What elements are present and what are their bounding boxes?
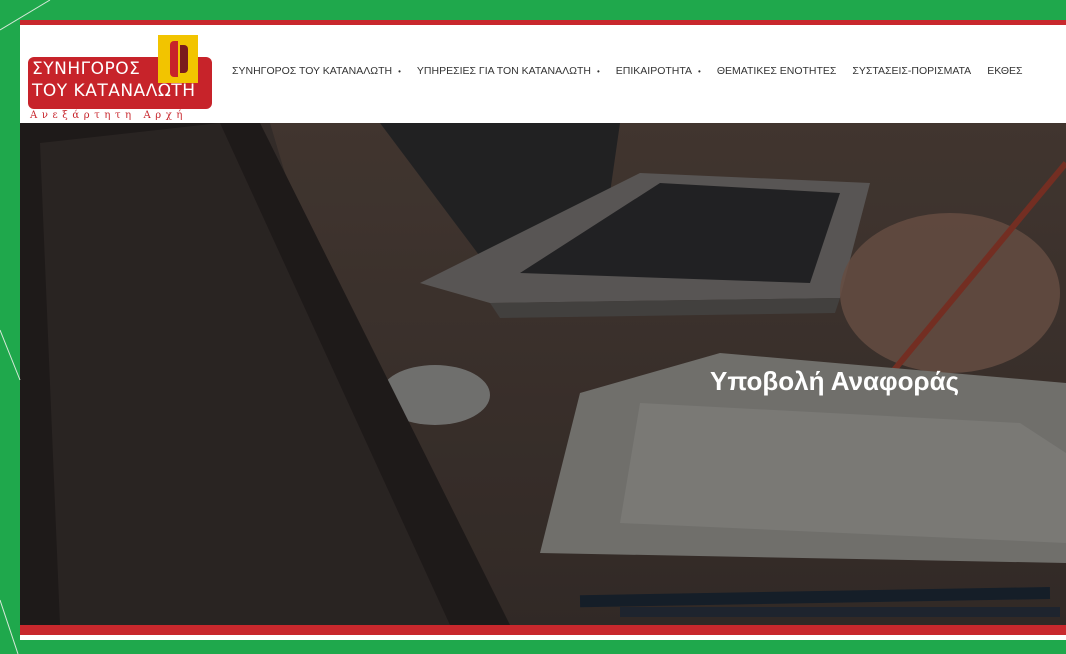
dropdown-caret-icon: • <box>398 66 401 76</box>
nav-item-label: ΥΠΗΡΕΣΙΕΣ ΓΙΑ ΤΟΝ ΚΑΤΑΝΑΛΩΤΗ <box>416 65 591 77</box>
hero-banner: Υποβολή Αναφοράς <box>20 123 1066 625</box>
nav-item-label: ΕΠΙΚΑΙΡΟΤΗΤΑ <box>615 65 693 77</box>
site-header: ΣΥΝΗΓΟΡΟΣ ΤΟΥ ΚΑΤΑΝΑΛΩΤΗ Ανεξάρτητη Αρχή… <box>20 25 1066 123</box>
nav-item-topics[interactable]: ΘΕΜΑΤΙΚΕΣ ΕΝΟΤΗΤΕΣ <box>717 65 837 77</box>
page-title: Υποβολή Αναφοράς <box>710 366 960 396</box>
nav-item-reports[interactable]: ΕΚΘΕΣ <box>987 65 1022 77</box>
page-frame: ΣΥΝΗΓΟΡΟΣ ΤΟΥ ΚΑΤΑΝΑΛΩΤΗ Ανεξάρτητη Αρχή… <box>20 20 1066 640</box>
nav-item-label: ΕΚΘΕΣ <box>987 65 1023 77</box>
site-logo[interactable]: ΣΥΝΗΓΟΡΟΣ ΤΟΥ ΚΑΤΑΝΑΛΩΤΗ Ανεξάρτητη Αρχή <box>28 35 214 121</box>
dropdown-caret-icon: • <box>698 66 701 76</box>
nav-item-synigoros[interactable]: ΣΥΝΗΓΟΡΟΣ ΤΟΥ ΚΑΤΑΝΑΛΩΤΗ • <box>232 65 401 77</box>
logo-emblem-icon <box>158 35 198 83</box>
logo-subtitle: Ανεξάρτητη Αρχή <box>30 110 187 121</box>
nav-item-news[interactable]: ΕΠΙΚΑΙΡΟΤΗΤΑ • <box>616 65 701 77</box>
logo-text-line2: ΤΟΥ ΚΑΤΑΝΑΛΩΤΗ <box>32 81 196 101</box>
logo-text-line1: ΣΥΝΗΓΟΡΟΣ <box>32 59 141 79</box>
nav-item-label: ΣΥΣΤΑΣΕΙΣ-ΠΟΡΙΣΜΑΤΑ <box>852 65 972 77</box>
dropdown-caret-icon: • <box>596 66 600 76</box>
bottom-divider <box>20 635 1066 640</box>
main-navigation: ΣΥΝΗΓΟΡΟΣ ΤΟΥ ΚΑΤΑΝΑΛΩΤΗ • ΥΠΗΡΕΣΙΕΣ ΓΙΑ… <box>232 65 1039 77</box>
nav-item-recommendations[interactable]: ΣΥΣΤΑΣΕΙΣ-ΠΟΡΙΣΜΑΤΑ <box>852 65 971 77</box>
bottom-stripe <box>20 625 1066 635</box>
nav-item-label: ΣΥΝΗΓΟΡΟΣ ΤΟΥ ΚΑΤΑΝΑΛΩΤΗ <box>232 65 393 77</box>
nav-item-services[interactable]: ΥΠΗΡΕΣΙΕΣ ΓΙΑ ΤΟΝ ΚΑΤΑΝΑΛΩΤΗ • <box>417 65 600 77</box>
nav-item-label: ΘΕΜΑΤΙΚΕΣ ΕΝΟΤΗΤΕΣ <box>716 65 837 77</box>
